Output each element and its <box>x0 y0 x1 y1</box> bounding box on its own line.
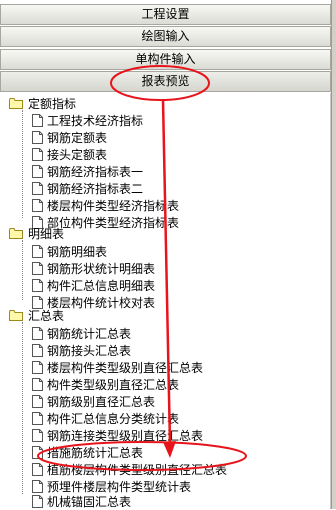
document-icon <box>32 181 43 195</box>
tree-folder-label: 明细表 <box>28 226 65 241</box>
tree-line <box>22 322 23 494</box>
document-icon <box>32 394 43 408</box>
tree-line <box>22 240 23 300</box>
document-icon <box>32 244 43 258</box>
tree-item[interactable]: 措施筋统计汇总表 <box>32 444 143 460</box>
tree-item[interactable]: 构件汇总信息分类统计表 <box>32 410 179 426</box>
nav-drawing-input-button[interactable]: 绘图输入 <box>0 26 331 47</box>
tree-folder-label: 汇总表 <box>28 308 65 323</box>
document-icon <box>32 494 43 508</box>
tree-item[interactable]: 机械锚固汇总表 <box>32 493 131 509</box>
tree-item[interactable]: 楼层构件类型级别直径汇总表 <box>32 359 203 375</box>
tree-item[interactable]: 构件类型级别直径汇总表 <box>32 376 179 392</box>
document-icon <box>32 261 43 275</box>
document-icon <box>32 462 43 476</box>
tree-folder-quota-index[interactable]: 定额指标 <box>9 95 76 111</box>
document-icon <box>32 147 43 161</box>
folder-icon <box>9 97 23 109</box>
tree-item[interactable]: 钢筋明细表 <box>32 243 107 259</box>
document-icon <box>32 360 43 374</box>
nav-report-preview-button[interactable]: 报表预览 <box>0 71 331 92</box>
tree-item[interactable]: 楼层构件类型经济指标表 <box>32 197 179 213</box>
window-edge <box>331 0 336 509</box>
folder-icon <box>9 227 23 239</box>
document-icon <box>32 326 43 340</box>
document-icon <box>32 164 43 178</box>
tree-item[interactable]: 植筋楼层构件类型级别直径汇总表 <box>32 461 227 477</box>
document-icon <box>32 198 43 212</box>
tree-item[interactable]: 钢筋统计汇总表 <box>32 325 131 341</box>
document-icon <box>32 411 43 425</box>
tree-item[interactable]: 钢筋经济指标表一 <box>32 163 143 179</box>
tree-item[interactable]: 钢筋连接类型级别直径汇总表 <box>32 427 203 443</box>
tree-item[interactable]: 构件汇总信息明细表 <box>32 277 155 293</box>
tree-item[interactable]: 钢筋级别直径汇总表 <box>32 393 155 409</box>
tree-item[interactable]: 钢筋定额表 <box>32 129 107 145</box>
tree-folder-label: 定额指标 <box>28 96 77 111</box>
document-icon <box>32 377 43 391</box>
tree-item[interactable]: 工程技术经济指标 <box>32 112 143 128</box>
tree-item[interactable]: 钢筋经济指标表二 <box>32 180 143 196</box>
tree-folder-detail-tables[interactable]: 明细表 <box>9 225 64 241</box>
document-icon <box>32 428 43 442</box>
document-icon <box>32 445 43 459</box>
document-icon <box>32 479 43 493</box>
tree-line <box>22 110 23 218</box>
document-icon <box>32 130 43 144</box>
folder-icon <box>9 309 23 321</box>
nav-engineering-settings-button[interactable]: 工程设置 <box>0 4 331 25</box>
tree-folder-summary-tables[interactable]: 汇总表 <box>9 307 64 323</box>
tree-item[interactable]: 钢筋接头汇总表 <box>32 342 131 358</box>
document-icon <box>32 278 43 292</box>
document-icon <box>32 343 43 357</box>
tree-item[interactable]: 接头定额表 <box>32 146 107 162</box>
nav-single-component-input-button[interactable]: 单构件输入 <box>0 49 331 70</box>
tree-item[interactable]: 钢筋形状统计明细表 <box>32 260 155 276</box>
document-icon <box>32 113 43 127</box>
